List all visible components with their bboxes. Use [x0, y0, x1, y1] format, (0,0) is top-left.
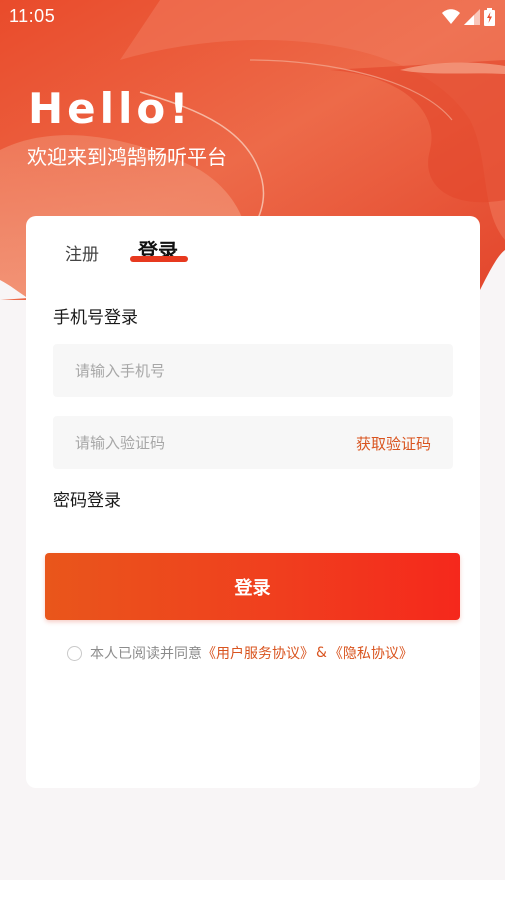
- battery-charging-icon: [484, 8, 495, 26]
- agreement-ampersand: &: [316, 645, 327, 661]
- agreement-checkbox[interactable]: [67, 645, 82, 661]
- status-time: 11:05: [9, 6, 56, 26]
- login-button[interactable]: 登录: [45, 553, 460, 620]
- user-agreement-link[interactable]: 《用户服务协议》: [202, 643, 314, 663]
- phone-login-label: 手机号登录: [53, 308, 138, 328]
- login-card: 注册 登录 手机号登录 获取验证码 密码登录 登录 本人已阅读并同意 《用户服务…: [26, 216, 480, 788]
- agreement-prefix: 本人已阅读并同意: [90, 646, 202, 662]
- welcome-subtitle: 欢迎来到鸿鹄畅听平台: [27, 145, 227, 169]
- get-code-button[interactable]: 获取验证码: [356, 433, 431, 454]
- verification-code-input[interactable]: [75, 416, 335, 469]
- login-screen: 11:05 Hello! 欢迎来到鸿鹄畅听平台 注册 登录 手机号登录 请输入手…: [0, 0, 505, 880]
- tab-register[interactable]: 注册: [65, 240, 99, 265]
- active-tab-indicator: [130, 256, 188, 262]
- wifi-icon: [442, 9, 460, 24]
- cell-signal-icon: [464, 9, 480, 25]
- phone-field-container: [53, 344, 453, 397]
- phone-input[interactable]: [75, 344, 335, 397]
- status-bar: 11:05: [0, 0, 505, 34]
- code-field-container: 获取验证码: [53, 416, 453, 469]
- status-icons: [442, 7, 495, 27]
- greeting-title: Hello!: [28, 84, 193, 133]
- password-login-link[interactable]: 密码登录: [53, 486, 121, 511]
- agreement-row: 本人已阅读并同意 《用户服务协议》 & 《隐私协议》: [67, 643, 413, 663]
- privacy-policy-link[interactable]: 《隐私协议》: [329, 643, 413, 663]
